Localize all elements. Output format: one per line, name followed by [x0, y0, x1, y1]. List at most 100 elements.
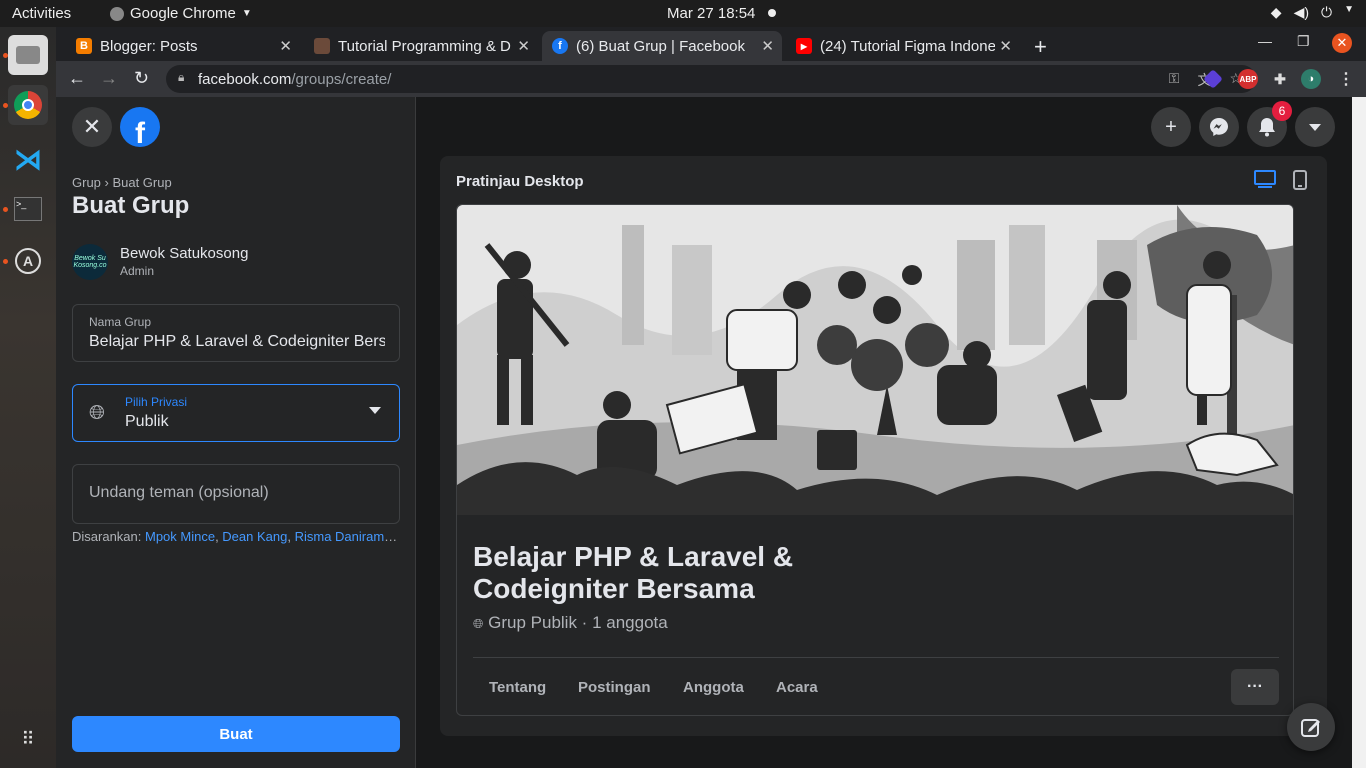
avatar[interactable]: Bewok Su Kosong.co — [72, 244, 108, 280]
facebook-icon: f — [552, 38, 568, 54]
desktop-icon[interactable] — [1254, 170, 1276, 195]
maximize-button[interactable]: ❐ — [1297, 33, 1310, 50]
profile-avatar[interactable]: ◑ — [1301, 69, 1321, 89]
tab-about[interactable]: Tentang — [489, 679, 546, 696]
system-tray[interactable]: ◆ ◀) ⏻ ▼ — [1271, 4, 1354, 21]
suggested-friend-link[interactable]: Risma Daniramdani — [295, 529, 402, 544]
divider — [473, 657, 1279, 658]
running-indicator — [3, 207, 8, 212]
back-icon[interactable]: ← — [68, 68, 86, 89]
youtube-icon: ▶ — [796, 38, 812, 54]
menu-dots-icon[interactable]: ⋮ — [1336, 69, 1356, 89]
reload-icon[interactable]: ↻ — [134, 68, 149, 89]
chrome-icon[interactable] — [8, 85, 48, 125]
group-preview: Belajar PHP & Laravel & Codeigniter Bers… — [456, 204, 1294, 716]
tab-strip: B Blogger: Posts ✕ Tutorial Programming … — [56, 27, 1366, 61]
suggested-friend-link[interactable]: Mpok Mince — [145, 529, 215, 544]
files-icon[interactable] — [8, 35, 48, 75]
tab-blogger[interactable]: B Blogger: Posts ✕ — [66, 31, 300, 61]
globe-icon: 🌐︎ — [473, 616, 484, 631]
close-tab-icon[interactable]: ✕ — [999, 37, 1012, 55]
page-title: Buat Grup — [72, 192, 190, 219]
minimize-button[interactable]: — — [1258, 33, 1272, 49]
privacy-select[interactable]: 🌐︎ Pilih Privasi Publik — [72, 384, 400, 442]
close-window-button[interactable]: ✕ — [1332, 33, 1352, 53]
new-message-edit-icon[interactable] — [1287, 703, 1335, 751]
avatar-icon — [314, 38, 330, 54]
close-tab-icon[interactable]: ✕ — [279, 37, 292, 55]
invite-friends-field[interactable]: Undang teman (opsional) — [72, 464, 400, 524]
mobile-icon[interactable] — [1293, 170, 1307, 195]
clock[interactable]: Mar 27 18:54 — [667, 5, 755, 22]
software-center-icon[interactable]: A — [8, 241, 48, 281]
notification-badge: 6 — [1272, 101, 1292, 121]
account-menu-icon[interactable] — [1295, 107, 1335, 147]
preview-area: + 6 Pratinjau Desktop Belajar PHP & Lara… — [416, 97, 1352, 768]
volume-icon: ◀) — [1293, 4, 1310, 20]
address-bar[interactable]: 🔒︎ facebook.com/groups/create/ ⚿ 文 ☆ — [166, 65, 1256, 93]
breadcrumb[interactable]: Grup › Buat Grup — [72, 175, 172, 190]
power-icon: ⏻ — [1321, 4, 1333, 20]
close-tab-icon[interactable]: ✕ — [517, 37, 530, 55]
tab-facebook[interactable]: f (6) Buat Grup | Facebook ✕ — [542, 31, 782, 61]
create-group-button[interactable]: Buat — [72, 716, 400, 752]
desktop-preview-card: Pratinjau Desktop Belajar PHP & Laravel … — [440, 156, 1327, 736]
chrome-small-icon — [110, 6, 124, 21]
show-apps-icon[interactable]: ⠿ — [8, 719, 48, 759]
dropdown-caret-icon — [369, 407, 381, 414]
more-options-button[interactable]: ··· — [1231, 669, 1279, 705]
group-name-label: Nama Grup — [89, 315, 152, 329]
group-name-heading: Belajar PHP & Laravel & Codeigniter Bers… — [473, 541, 794, 604]
url-path: /groups/create/ — [291, 70, 392, 88]
messenger-icon[interactable] — [1199, 107, 1239, 147]
cover-illustration — [457, 205, 1293, 515]
system-top-bar: Activities Google Chrome ▼ Mar 27 18:54 … — [0, 0, 1366, 27]
activities-button[interactable]: Activities — [12, 5, 71, 22]
facebook-logo[interactable]: f — [120, 107, 160, 147]
running-indicator — [3, 259, 8, 264]
close-icon[interactable]: ✕ — [72, 107, 112, 147]
app-name: Google Chrome — [130, 5, 236, 22]
dock: ⋊ >_ A ⠿ — [0, 27, 56, 768]
group-name-input[interactable]: Belajar PHP & Laravel & Codeigniter Bers… — [89, 333, 385, 351]
puzzle-icon[interactable]: ✚ — [1270, 69, 1290, 89]
tab-tutorial[interactable]: Tutorial Programming & D ✕ — [304, 31, 538, 61]
create-plus-icon[interactable]: + — [1151, 107, 1191, 147]
key-icon[interactable]: ⚿ — [1169, 70, 1180, 90]
preview-title: Pratinjau Desktop — [456, 173, 584, 190]
suggested-friend-link[interactable]: Dean Kang — [222, 529, 287, 544]
privacy-value: Publik — [125, 413, 169, 430]
app-menu[interactable]: Google Chrome ▼ — [110, 5, 252, 22]
tab-label: (24) Tutorial Figma Indone — [820, 37, 995, 55]
browser-toolbar: ← → ↻ 🔒︎ facebook.com/groups/create/ ⚿ 文… — [56, 61, 1366, 97]
vscode-icon[interactable]: ⋊ — [8, 139, 48, 179]
wifi-icon: ◆ — [1270, 4, 1282, 20]
tab-events[interactable]: Acara — [776, 679, 818, 696]
tab-posts[interactable]: Postingan — [578, 679, 651, 696]
notification-dot — [768, 9, 776, 17]
tab-members[interactable]: Anggota — [683, 679, 744, 696]
group-meta: 🌐︎ Grup Publik · 1 anggota — [473, 613, 668, 633]
invite-friends-input[interactable]: Undang teman (opsional) — [89, 484, 385, 502]
group-name-field[interactable]: Nama Grup Belajar PHP & Laravel & Codeig… — [72, 304, 400, 362]
adblock-plus-icon[interactable]: ABP — [1238, 69, 1258, 89]
suggested-friends: Disarankan: Mpok Mince, Dean Kang, Risma… — [72, 529, 402, 544]
terminal-icon[interactable]: >_ — [8, 189, 48, 229]
page-scrollbar[interactable] — [1352, 97, 1366, 768]
admin-role: Admin — [120, 264, 155, 278]
tab-youtube[interactable]: ▶ (24) Tutorial Figma Indone ✕ — [786, 31, 1020, 61]
close-tab-icon[interactable]: ✕ — [761, 37, 774, 55]
forward-icon[interactable]: → — [100, 68, 118, 89]
create-group-panel: ✕ f Grup › Buat Grup Buat Grup Bewok Su … — [56, 97, 416, 768]
admin-name: Bewok Satukosong — [120, 245, 249, 262]
new-tab-button[interactable]: + — [1034, 34, 1047, 60]
chevron-down-icon: ▼ — [1344, 4, 1354, 15]
chevron-down-icon: ▼ — [241, 8, 252, 19]
tab-label: (6) Buat Grup | Facebook — [576, 37, 745, 55]
group-meta-text: Grup Publik · 1 anggota — [488, 613, 668, 632]
suggest-prefix: Disarankan: — [72, 529, 145, 544]
globe-icon: 🌐︎ — [89, 402, 105, 424]
lock-icon: 🔒︎ — [178, 70, 185, 84]
tab-label: Blogger: Posts — [100, 37, 198, 55]
blogger-icon: B — [76, 38, 92, 54]
